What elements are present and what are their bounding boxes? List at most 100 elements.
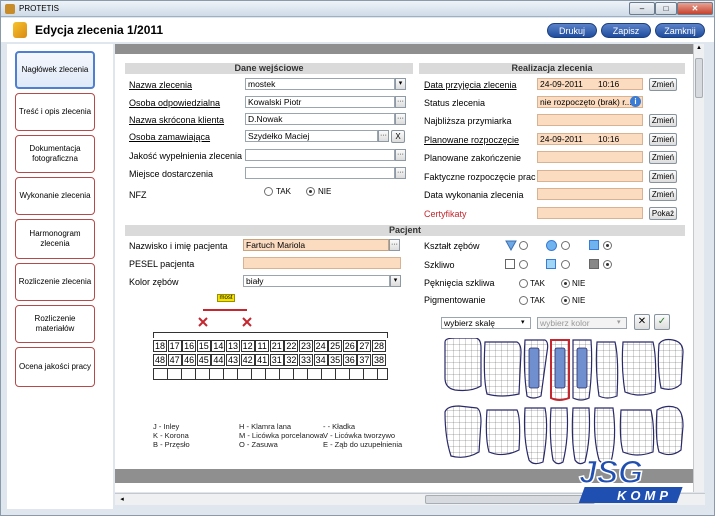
enamel-gray-icon[interactable] (589, 259, 599, 269)
order-name-dropdown[interactable]: ▾ (395, 78, 406, 90)
status-field[interactable]: nie rozpoczęto (brak) r... (537, 96, 643, 108)
tooth-number-upper[interactable]: 14 (211, 340, 226, 352)
tooth-number-lower[interactable]: 36 (342, 354, 357, 366)
tooth-number-lower[interactable]: 31 (269, 354, 284, 366)
cracks-no-radio[interactable] (561, 279, 570, 288)
certificates-show-button[interactable]: Pokaż (649, 207, 677, 220)
vertical-scrollbar[interactable]: ▲ (693, 44, 704, 492)
square-shape-icon[interactable] (589, 240, 599, 250)
close-button[interactable]: Zamknij (655, 23, 705, 38)
planned-start-change-button[interactable]: Zmień (649, 133, 677, 146)
scroll-left-icon[interactable]: ◂ (117, 495, 127, 504)
oval-shape-icon[interactable] (546, 240, 557, 251)
tooth-number-upper[interactable]: 28 (372, 340, 386, 352)
ordering-person-field[interactable]: Szydełko Maciej (245, 130, 378, 142)
tooth-number-upper[interactable]: 26 (342, 340, 357, 352)
maximize-button[interactable]: □ (655, 2, 677, 15)
tooth-number-upper[interactable]: 22 (284, 340, 299, 352)
tooth-number-upper[interactable]: 13 (226, 340, 240, 352)
confirm-icon[interactable]: ✓ (654, 314, 670, 330)
patient-picker[interactable]: ··· (389, 239, 400, 251)
tooth-number-upper[interactable]: 27 (357, 340, 372, 352)
planned-end-change-button[interactable]: Zmień (649, 151, 677, 164)
tooth-number-lower[interactable]: 33 (299, 354, 313, 366)
scroll-up-icon[interactable]: ▲ (695, 45, 703, 54)
tooth-number-lower[interactable]: 37 (357, 354, 372, 366)
enamel-blue-radio[interactable] (561, 260, 570, 269)
pigment-yes-radio[interactable] (519, 296, 528, 305)
responsible-field[interactable]: Kowalski Piotr (245, 96, 395, 108)
quality-field[interactable] (245, 149, 395, 161)
vertical-scroll-thumb[interactable] (695, 58, 703, 98)
nfz-yes-radio[interactable] (264, 187, 273, 196)
nav-quality[interactable]: Ocena jakości pracy (15, 347, 95, 387)
patient-name-field[interactable]: Fartuch Mariola (243, 239, 389, 251)
nav-schedule[interactable]: Harmonogram zlecenia (15, 219, 95, 259)
tooth-number-upper[interactable]: 16 (182, 340, 197, 352)
certificates-field[interactable] (537, 207, 643, 219)
nav-materials[interactable]: Rozliczenie materiałów (15, 305, 95, 343)
tooth-number-lower[interactable]: 34 (313, 354, 328, 366)
triangle-shape-icon[interactable] (505, 240, 517, 251)
print-button[interactable]: Drukuj (547, 23, 597, 38)
tooth-number-lower[interactable]: 43 (226, 354, 240, 366)
tooth-number-upper[interactable]: 21 (269, 340, 284, 352)
next-fitting-field[interactable] (537, 114, 643, 126)
order-name-field[interactable]: mostek (245, 78, 395, 90)
planned-start-field[interactable]: 24-09-2011 10:16 (537, 133, 643, 145)
nav-order-header[interactable]: Nagłówek zlecenia (15, 51, 95, 89)
pesel-field[interactable] (243, 257, 401, 269)
color-select[interactable]: wybierz kolor (537, 317, 627, 329)
close-window-button[interactable]: ✕ (677, 2, 713, 15)
tooth-number-lower[interactable]: 45 (196, 354, 211, 366)
teeth-color-field[interactable]: biały (243, 275, 390, 287)
nav-order-content[interactable]: Treść i opis zlecenia (15, 93, 95, 131)
enamel-white-radio[interactable] (519, 260, 528, 269)
tooth-number-upper[interactable]: 11 (255, 340, 270, 352)
quality-picker[interactable]: ··· (395, 149, 406, 161)
shape-oval-radio[interactable] (561, 241, 570, 250)
tooth-number-upper[interactable]: 17 (167, 340, 182, 352)
enamel-gray-radio[interactable] (603, 260, 612, 269)
responsible-picker[interactable]: ··· (395, 96, 406, 108)
shape-square-radio[interactable] (603, 241, 612, 250)
cracks-yes-radio[interactable] (519, 279, 528, 288)
tooth-number-upper[interactable]: 12 (240, 340, 255, 352)
nav-execution[interactable]: Wykonanie zlecenia (15, 177, 95, 215)
tooth-number-upper[interactable]: 18 (153, 340, 167, 352)
minimize-button[interactable]: – (629, 2, 655, 15)
actual-start-change-button[interactable]: Zmień (649, 170, 677, 183)
actual-start-field[interactable] (537, 170, 643, 182)
nav-photo-docs[interactable]: Dokumentacja fotograficzna (15, 135, 95, 173)
received-change-button[interactable]: Zmień (649, 78, 677, 91)
tooth-number-lower[interactable]: 46 (182, 354, 197, 366)
pigment-no-radio[interactable] (561, 296, 570, 305)
scale-select[interactable]: wybierz skalę (441, 317, 531, 329)
tooth-number-lower[interactable]: 42 (240, 354, 255, 366)
tooth-number-upper[interactable]: 23 (299, 340, 313, 352)
tooth-number-lower[interactable]: 32 (284, 354, 299, 366)
delivery-picker[interactable]: ··· (395, 167, 406, 179)
tooth-number-lower[interactable]: 41 (255, 354, 270, 366)
clear-icon[interactable]: ✕ (634, 314, 650, 330)
tooth-number-lower[interactable]: 47 (167, 354, 182, 366)
shape-triangle-radio[interactable] (519, 241, 528, 250)
next-fitting-change-button[interactable]: Zmień (649, 114, 677, 127)
tooth-number-lower[interactable]: 48 (153, 354, 167, 366)
planned-end-field[interactable] (537, 151, 643, 163)
received-date-field[interactable]: 24-09-2011 10:16 (537, 78, 643, 90)
enamel-white-icon[interactable] (505, 259, 515, 269)
ordering-person-picker[interactable]: ··· (378, 130, 389, 142)
teeth-diagram[interactable] (441, 338, 686, 468)
done-date-field[interactable] (537, 188, 643, 200)
ordering-clear-button[interactable]: X (391, 130, 405, 143)
nav-settlement[interactable]: Rozliczenie zlecenia (15, 263, 95, 301)
enamel-blue-icon[interactable] (546, 259, 556, 269)
tooth-number-lower[interactable]: 38 (372, 354, 386, 366)
nfz-no-radio[interactable] (306, 187, 315, 196)
info-icon[interactable]: i (630, 96, 641, 107)
done-change-button[interactable]: Zmień (649, 188, 677, 201)
tooth-number-upper[interactable]: 25 (328, 340, 343, 352)
tooth-number-lower[interactable]: 35 (328, 354, 343, 366)
client-picker[interactable]: ··· (395, 113, 406, 125)
